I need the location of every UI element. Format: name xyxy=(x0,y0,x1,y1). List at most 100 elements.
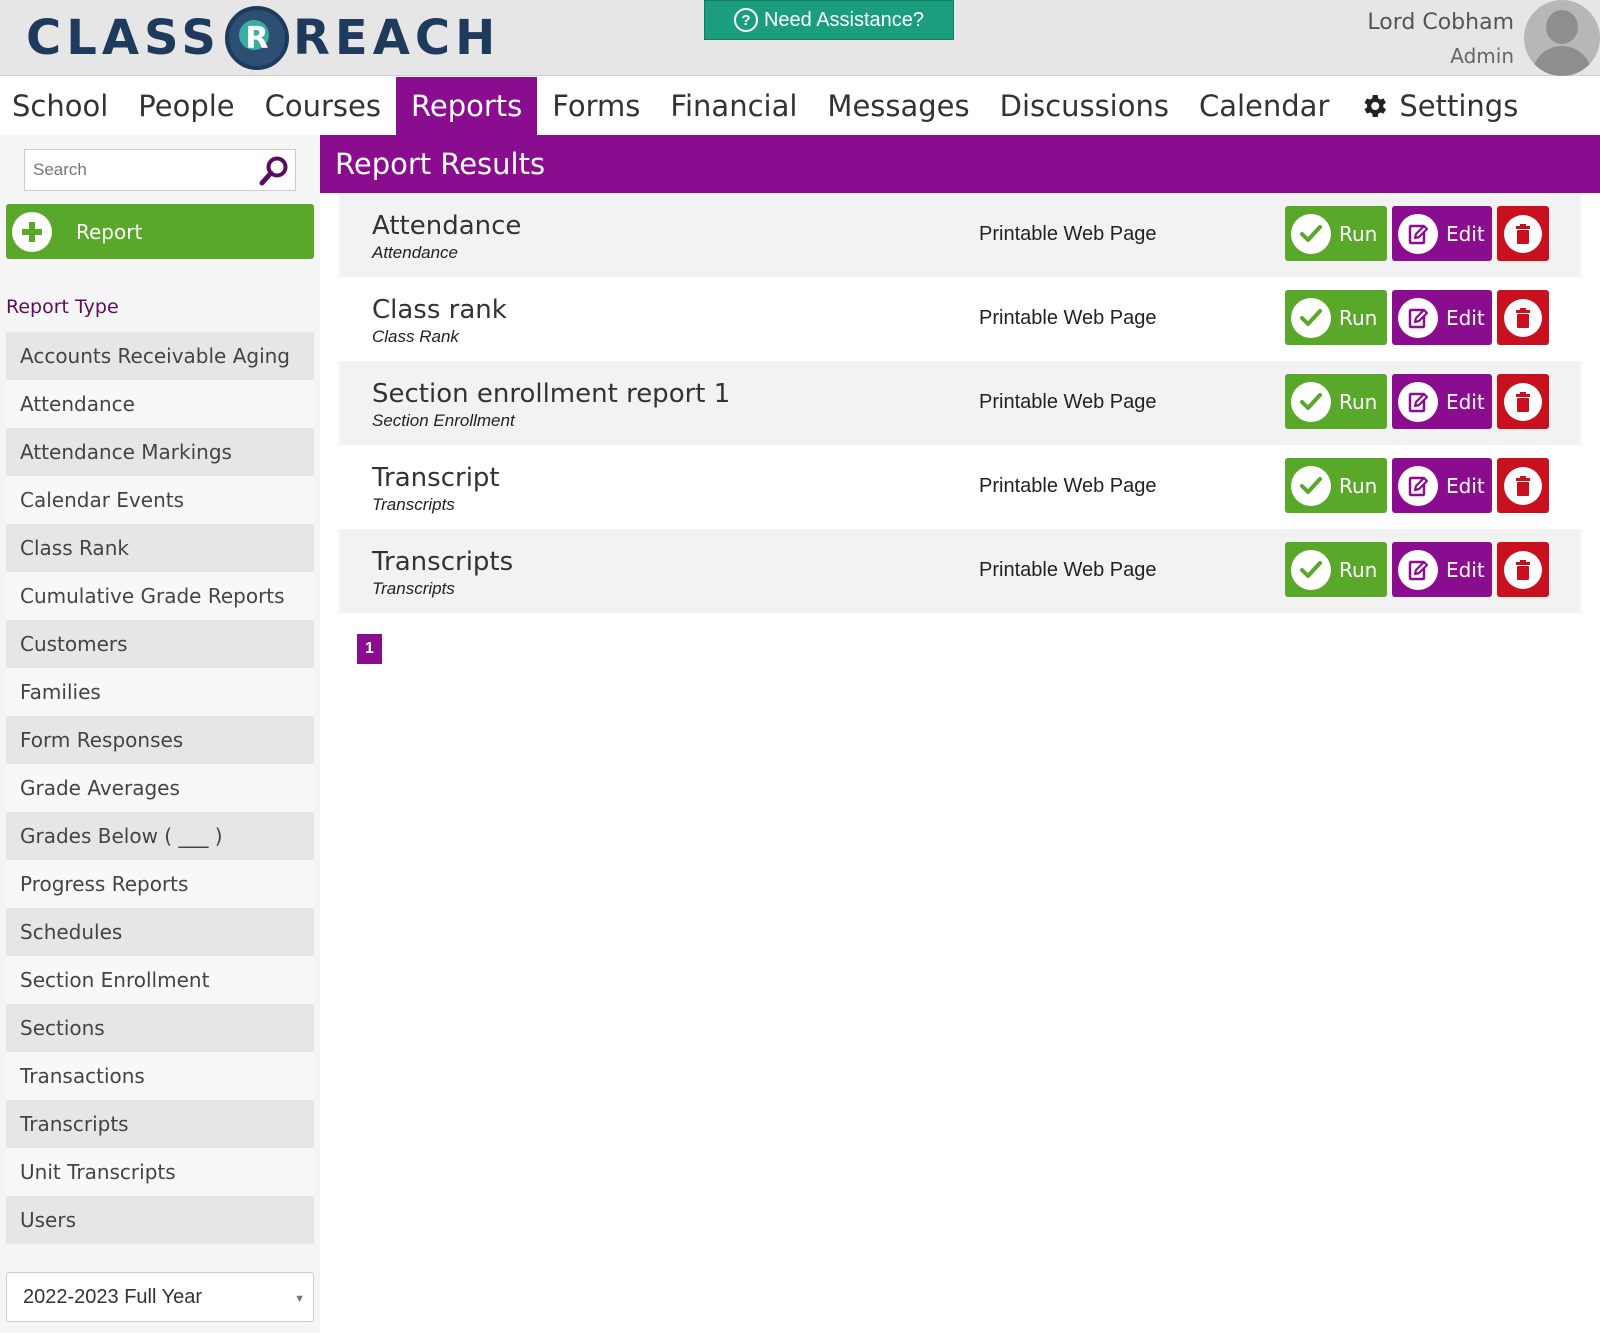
add-report-label: Report xyxy=(76,219,143,244)
avatar-body-shape xyxy=(1532,46,1592,76)
chevron-down-icon: ▼ xyxy=(294,1293,305,1305)
edit-button[interactable]: Edit xyxy=(1392,290,1492,345)
edit-label: Edit xyxy=(1446,473,1485,498)
report-type-item[interactable]: Class Rank xyxy=(6,524,314,572)
report-type-item[interactable]: Users xyxy=(6,1196,314,1244)
report-type-item[interactable]: Progress Reports xyxy=(6,860,314,908)
nav-forms[interactable]: Forms xyxy=(537,77,655,135)
report-type-item[interactable]: Cumulative Grade Reports xyxy=(6,572,314,620)
add-report-button[interactable]: Report xyxy=(6,204,314,259)
report-results-list: Attendance Attendance Printable Web Page… xyxy=(339,193,1581,613)
search-input[interactable] xyxy=(25,150,255,190)
delete-button[interactable] xyxy=(1497,458,1549,513)
edit-icon xyxy=(1398,381,1438,422)
school-year-select[interactable]: 2022-2023 Full Year ▼ xyxy=(6,1272,314,1322)
report-type-item[interactable]: Transactions xyxy=(6,1052,314,1100)
nav-school[interactable]: School xyxy=(0,77,123,135)
classreach-logo[interactable]: CLASS R REACH xyxy=(26,6,500,70)
report-row: Class rank Class Rank Printable Web Page… xyxy=(339,277,1581,361)
run-label: Run xyxy=(1339,389,1378,414)
report-type-item[interactable]: Schedules xyxy=(6,908,314,956)
nav-reports[interactable]: Reports xyxy=(396,77,538,135)
edit-icon xyxy=(1398,297,1438,338)
report-type-item[interactable]: Section Enrollment xyxy=(6,956,314,1004)
report-type-item[interactable]: Families xyxy=(6,668,314,716)
run-button[interactable]: Run xyxy=(1285,458,1387,513)
report-format: Printable Web Page xyxy=(979,223,1157,245)
user-name[interactable]: Lord Cobham xyxy=(1367,10,1514,35)
run-label: Run xyxy=(1339,305,1378,330)
delete-button[interactable] xyxy=(1497,206,1549,261)
report-type: Transcripts xyxy=(372,495,455,514)
report-type-item[interactable]: Attendance Markings xyxy=(6,428,314,476)
report-row: Transcripts Transcripts Printable Web Pa… xyxy=(339,529,1581,613)
report-type: Class Rank xyxy=(372,327,459,346)
delete-button[interactable] xyxy=(1497,542,1549,597)
nav-people[interactable]: People xyxy=(123,77,249,135)
report-type-list: Accounts Receivable Aging Attendance Att… xyxy=(6,332,314,1244)
report-type-item[interactable]: Grade Averages xyxy=(6,764,314,812)
report-type-item[interactable]: Attendance xyxy=(6,380,314,428)
report-type-item[interactable]: Transcripts xyxy=(6,1100,314,1148)
run-button[interactable]: Run xyxy=(1285,374,1387,429)
check-icon xyxy=(1291,297,1331,338)
report-name[interactable]: Transcript xyxy=(372,463,500,493)
edit-button[interactable]: Edit xyxy=(1392,542,1492,597)
report-type-item[interactable]: Customers xyxy=(6,620,314,668)
app-header: CLASS R REACH ? Need Assistance? Lord Co… xyxy=(0,0,1600,76)
school-year-value: 2022-2023 Full Year xyxy=(23,1285,203,1308)
nav-messages[interactable]: Messages xyxy=(812,77,984,135)
trash-icon xyxy=(1504,214,1542,253)
delete-button[interactable] xyxy=(1497,290,1549,345)
report-name[interactable]: Transcripts xyxy=(372,547,513,577)
run-label: Run xyxy=(1339,557,1378,582)
report-type: Attendance xyxy=(372,243,459,262)
run-button[interactable]: Run xyxy=(1285,542,1387,597)
edit-label: Edit xyxy=(1446,389,1485,414)
report-type-heading: Report Type xyxy=(6,296,119,318)
run-button[interactable]: Run xyxy=(1285,206,1387,261)
nav-settings[interactable]: Settings xyxy=(1344,77,1533,135)
need-assistance-label: Need Assistance? xyxy=(763,8,925,31)
gear-icon xyxy=(1359,91,1389,121)
plus-icon xyxy=(12,211,52,252)
report-type-item[interactable]: Form Responses xyxy=(6,716,314,764)
report-name[interactable]: Section enrollment report 1 xyxy=(372,379,730,409)
user-role: Admin xyxy=(1450,44,1514,68)
user-avatar[interactable] xyxy=(1524,0,1600,76)
nav-calendar[interactable]: Calendar xyxy=(1184,77,1344,135)
trash-icon xyxy=(1504,298,1542,337)
edit-button[interactable]: Edit xyxy=(1392,206,1492,261)
report-format: Printable Web Page xyxy=(979,391,1157,413)
edit-button[interactable]: Edit xyxy=(1392,374,1492,429)
nav-settings-label: Settings xyxy=(1399,89,1519,123)
report-row: Section enrollment report 1 Section Enro… xyxy=(339,361,1581,445)
main-nav: School People Courses Reports Forms Fina… xyxy=(0,77,1600,135)
report-type-item[interactable]: Grades Below ( ___ ) xyxy=(6,812,314,860)
search-icon[interactable] xyxy=(257,154,291,188)
pagination-page-1[interactable]: 1 xyxy=(357,634,382,664)
run-button[interactable]: Run xyxy=(1285,290,1387,345)
report-type-item[interactable]: Sections xyxy=(6,1004,314,1052)
delete-button[interactable] xyxy=(1497,374,1549,429)
report-type: Transcripts xyxy=(372,579,455,598)
nav-courses[interactable]: Courses xyxy=(250,77,396,135)
nav-financial[interactable]: Financial xyxy=(655,77,812,135)
check-icon xyxy=(1291,381,1331,422)
report-name[interactable]: Attendance xyxy=(372,211,521,241)
edit-button[interactable]: Edit xyxy=(1392,458,1492,513)
edit-icon xyxy=(1398,549,1438,590)
page-title-bar: Report Results xyxy=(320,135,1600,193)
report-type-item[interactable]: Accounts Receivable Aging xyxy=(6,332,314,380)
report-type-item[interactable]: Calendar Events xyxy=(6,476,314,524)
edit-label: Edit xyxy=(1446,557,1485,582)
edit-icon xyxy=(1398,213,1438,254)
report-name[interactable]: Class rank xyxy=(372,295,507,325)
avatar-head-shape xyxy=(1546,10,1578,44)
report-row: Transcript Transcripts Printable Web Pag… xyxy=(339,445,1581,529)
need-assistance-button[interactable]: ? Need Assistance? xyxy=(704,0,954,40)
nav-discussions[interactable]: Discussions xyxy=(985,77,1184,135)
report-type-item[interactable]: Unit Transcripts xyxy=(6,1148,314,1196)
trash-icon xyxy=(1504,382,1542,421)
report-format: Printable Web Page xyxy=(979,559,1157,581)
